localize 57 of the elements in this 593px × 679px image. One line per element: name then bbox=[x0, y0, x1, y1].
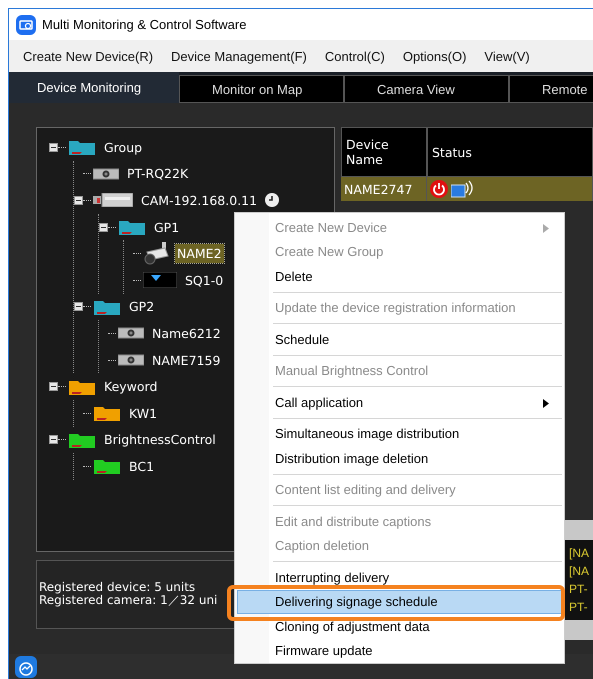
tab[interactable]: Remote bbox=[509, 75, 593, 103]
log-text: PT- bbox=[569, 581, 589, 598]
menu-item[interactable]: Control(C) bbox=[318, 48, 391, 64]
tab[interactable]: Camera View bbox=[344, 75, 509, 103]
menu-item[interactable]: Device Management(F) bbox=[165, 48, 313, 64]
security-camera-icon bbox=[143, 242, 169, 266]
collapse-toggle[interactable] bbox=[49, 142, 58, 152]
menu-item[interactable]: Call application bbox=[237, 390, 562, 414]
tree-item[interactable]: KW1 bbox=[127, 404, 160, 423]
menu-item[interactable]: Create New Device(R) bbox=[17, 48, 160, 64]
tree-item[interactable]: GP1 bbox=[152, 218, 182, 237]
log-text: PT- bbox=[569, 599, 589, 616]
table-row[interactable]: NAME2747 bbox=[341, 177, 593, 201]
info-text: Registered device: 5 units bbox=[39, 581, 196, 594]
tree-item[interactable]: Keyword bbox=[102, 377, 160, 396]
monitor-sound-icon bbox=[451, 179, 473, 199]
projector-icon bbox=[118, 327, 144, 340]
column-header[interactable]: Status bbox=[427, 127, 593, 177]
tab[interactable]: Device Monitoring bbox=[9, 72, 179, 103]
table-cell: NAME2747 bbox=[341, 177, 427, 201]
menu-item[interactable]: Interrupting delivery bbox=[237, 565, 562, 590]
collapse-toggle[interactable] bbox=[74, 302, 83, 312]
tree-item[interactable]: GP2 bbox=[127, 297, 156, 316]
menu-item[interactable]: Options(O) bbox=[396, 48, 472, 64]
tree-item[interactable]: SQ1-0 bbox=[183, 270, 226, 290]
menu-item[interactable]: Distribution image deletion bbox=[237, 446, 562, 470]
menu-item[interactable]: Firmware update bbox=[237, 638, 562, 663]
menu-item[interactable]: Delivering signage schedule bbox=[237, 590, 562, 614]
camera-box-icon bbox=[93, 193, 133, 208]
collapse-toggle[interactable] bbox=[49, 435, 58, 444]
tree-item[interactable]: CAM-192.168.0.11 bbox=[139, 190, 260, 210]
tree-item[interactable]: NAME7159 bbox=[150, 350, 222, 370]
app-function-icon bbox=[15, 656, 37, 678]
menu-item[interactable]: Schedule bbox=[237, 327, 562, 352]
tree-item[interactable]: BrightnessControl bbox=[102, 430, 218, 450]
collapse-toggle[interactable] bbox=[49, 382, 58, 392]
tree-item[interactable]: BC1 bbox=[127, 456, 156, 476]
info-text: Registered camera: 1／32 uni bbox=[39, 594, 218, 607]
column-header[interactable]: Device Name bbox=[341, 127, 427, 177]
tree-item[interactable]: Name6212 bbox=[150, 324, 223, 343]
tree-item[interactable]: Group bbox=[102, 138, 144, 157]
tab[interactable]: Monitor on Map bbox=[179, 75, 344, 103]
projector-icon bbox=[93, 168, 119, 180]
log-text: [NA bbox=[569, 545, 590, 562]
log-text: [NA bbox=[569, 563, 590, 580]
collapse-toggle[interactable] bbox=[74, 196, 83, 205]
app-logo-icon bbox=[16, 14, 36, 34]
collapse-toggle[interactable] bbox=[99, 222, 108, 232]
display-icon bbox=[143, 272, 177, 288]
window-title: Multi Monitoring & Control Software bbox=[42, 17, 246, 32]
menu-item[interactable]: View(V) bbox=[478, 48, 536, 64]
tree-item[interactable]: PT-RQ22K bbox=[125, 164, 190, 184]
projector-icon bbox=[118, 354, 144, 366]
tree-item[interactable]: NAME2 bbox=[175, 244, 224, 264]
menu-item[interactable]: Cloning of adjustment data bbox=[237, 614, 562, 638]
menu-item[interactable]: Delete bbox=[237, 264, 562, 288]
menu-item[interactable]: Simultaneous image distribution bbox=[237, 422, 562, 446]
